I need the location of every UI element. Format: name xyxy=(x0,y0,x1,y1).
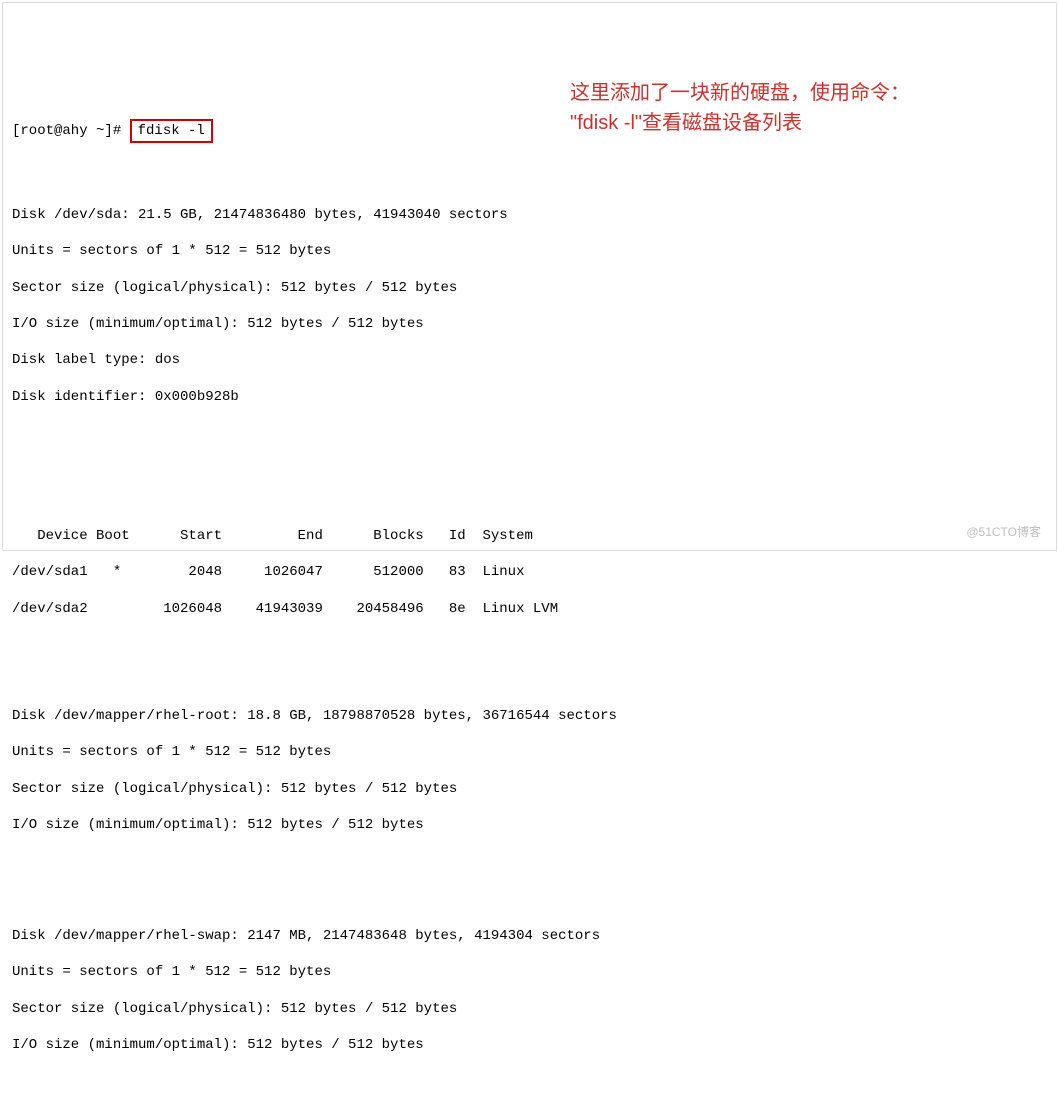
sda-label-type: Disk label type: dos xyxy=(12,351,1047,369)
mapper-swap-sector-size: Sector size (logical/physical): 512 byte… xyxy=(12,1000,1047,1018)
partition-table: Device Boot Start End Blocks Id System /… xyxy=(12,509,1047,636)
sda-identifier: Disk identifier: 0x000b928b xyxy=(12,388,1047,406)
annotation-line2: "fdisk -l"查看磁盘设备列表 xyxy=(570,108,910,138)
sda-io-size: I/O size (minimum/optimal): 512 bytes / … xyxy=(12,315,1047,333)
mapper-root-sector-size: Sector size (logical/physical): 512 byte… xyxy=(12,780,1047,798)
partition-header: Device Boot Start End Blocks Id System xyxy=(12,527,1047,545)
partition-row-sda1: /dev/sda1 * 2048 1026047 512000 83 Linux xyxy=(12,563,1047,581)
mapper-root-block: Disk /dev/mapper/rhel-root: 18.8 GB, 187… xyxy=(12,689,1047,853)
watermark: @51CTO博客 xyxy=(966,525,1041,541)
command-highlight-box: fdisk -l xyxy=(130,119,213,143)
sda-header: Disk /dev/sda: 21.5 GB, 21474836480 byte… xyxy=(12,206,1047,224)
disk-sda-block: Disk /dev/sda: 21.5 GB, 21474836480 byte… xyxy=(12,188,1047,424)
sda-units: Units = sectors of 1 * 512 = 512 bytes xyxy=(12,242,1047,260)
partition-row-sda2: /dev/sda2 1026048 41943039 20458496 8e L… xyxy=(12,600,1047,618)
annotation-line1: 这里添加了一块新的硬盘，使用命令： xyxy=(570,78,910,108)
prompt-text: [root@ahy ~]# xyxy=(12,123,121,139)
mapper-swap-block: Disk /dev/mapper/rhel-swap: 2147 MB, 214… xyxy=(12,909,1047,1073)
command-text: fdisk -l xyxy=(138,123,205,139)
mapper-swap-units: Units = sectors of 1 * 512 = 512 bytes xyxy=(12,963,1047,981)
mapper-root-header: Disk /dev/mapper/rhel-root: 18.8 GB, 187… xyxy=(12,707,1047,725)
mapper-root-io-size: I/O size (minimum/optimal): 512 bytes / … xyxy=(12,816,1047,834)
mapper-swap-header: Disk /dev/mapper/rhel-swap: 2147 MB, 214… xyxy=(12,927,1047,945)
mapper-root-units: Units = sectors of 1 * 512 = 512 bytes xyxy=(12,743,1047,761)
sda-sector-size: Sector size (logical/physical): 512 byte… xyxy=(12,279,1047,297)
mapper-swap-io-size: I/O size (minimum/optimal): 512 bytes / … xyxy=(12,1036,1047,1054)
annotation-callout: 这里添加了一块新的硬盘，使用命令： "fdisk -l"查看磁盘设备列表 xyxy=(570,78,910,138)
